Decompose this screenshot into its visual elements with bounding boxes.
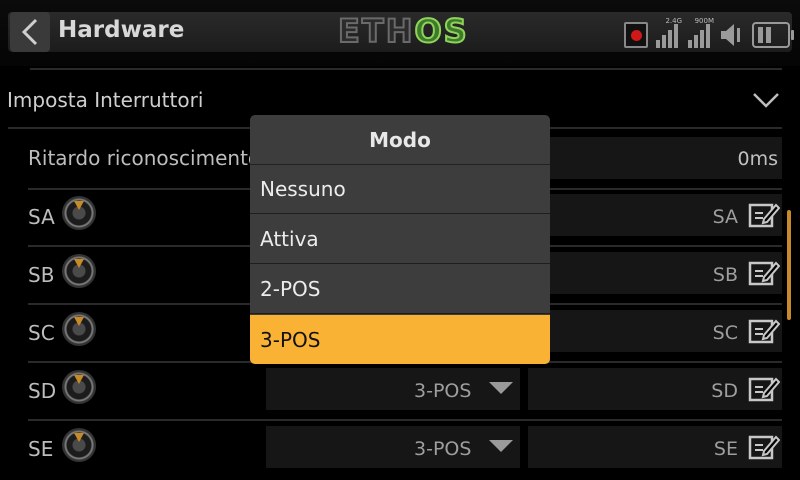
- switch-name-field-sb[interactable]: [528, 252, 782, 294]
- mode-option-none[interactable]: Nessuno: [250, 165, 550, 214]
- switch-name-field-se[interactable]: [528, 426, 782, 468]
- signal-900m-label: 900M: [694, 17, 714, 25]
- switch-name-field-sc[interactable]: [528, 310, 782, 352]
- switch-mode-sd: 3-POS: [414, 380, 472, 402]
- delay-value: 0ms: [737, 148, 779, 170]
- switch-knob-icon: [62, 312, 96, 346]
- switch-name-sa: SA: [712, 206, 738, 228]
- switch-name-sc: SC: [712, 322, 738, 344]
- edit-icon[interactable]: [748, 433, 780, 461]
- mode-option-3pos[interactable]: 3-POS: [250, 315, 550, 364]
- switch-label-sc: SC: [28, 321, 55, 345]
- mode-option-2pos[interactable]: 2-POS: [250, 265, 550, 314]
- signal-900m-icon: 900M: [688, 17, 714, 48]
- dropdown-arrow-icon: [489, 440, 513, 452]
- page-title: Hardware: [58, 17, 185, 43]
- top-bar: Hardware ETHOS 2.4G 900M: [0, 0, 800, 66]
- mode-option-toggle[interactable]: Attiva: [250, 215, 550, 264]
- logo-os: OS: [413, 11, 469, 51]
- section-header-switch-setup[interactable]: Imposta Interruttori: [7, 88, 203, 112]
- delay-label: Ritardo riconoscimento: [28, 146, 261, 170]
- switch-label-se: SE: [28, 437, 54, 461]
- chevron-down-icon[interactable]: [752, 91, 780, 109]
- battery-icon: [752, 22, 794, 48]
- signal-2g4-icon: 2.4G: [656, 17, 682, 48]
- record-icon: [624, 22, 648, 48]
- switch-mode-select-se[interactable]: [266, 426, 520, 468]
- dropdown-arrow-icon: [489, 382, 513, 394]
- switch-knob-icon: [62, 428, 96, 462]
- edit-icon[interactable]: [748, 375, 780, 403]
- switch-label-sa: SA: [28, 205, 55, 229]
- dialog-title: Modo: [250, 115, 550, 165]
- back-button[interactable]: [10, 12, 50, 52]
- switch-label-sb: SB: [28, 263, 55, 287]
- logo-eth: ETH: [337, 11, 415, 51]
- edit-icon[interactable]: [748, 317, 780, 345]
- ethos-logo: ETHOS: [337, 11, 469, 51]
- switch-label-sd: SD: [28, 379, 57, 403]
- back-arrow-icon: [21, 18, 38, 46]
- divider: [30, 68, 782, 70]
- switch-name-sd: SD: [711, 380, 738, 402]
- divider: [28, 419, 782, 421]
- switch-name-se: SE: [713, 438, 738, 460]
- edit-icon[interactable]: [748, 201, 780, 229]
- speaker-icon: [721, 24, 740, 46]
- switch-name-field-sd[interactable]: [528, 368, 782, 410]
- switch-name-sb: SB: [712, 264, 738, 286]
- mode-dialog: Modo Nessuno Attiva 2-POS 3-POS: [250, 115, 550, 364]
- status-icons: 2.4G 900M: [624, 16, 794, 48]
- switch-knob-icon: [62, 370, 96, 404]
- edit-icon[interactable]: [748, 259, 780, 287]
- scrollbar[interactable]: [787, 210, 791, 320]
- switch-mode-se: 3-POS: [414, 438, 472, 460]
- switch-name-field-sa[interactable]: [528, 194, 782, 236]
- switch-knob-icon: [62, 254, 96, 288]
- switch-knob-icon: [62, 196, 96, 230]
- switch-mode-select-sd[interactable]: [266, 368, 520, 410]
